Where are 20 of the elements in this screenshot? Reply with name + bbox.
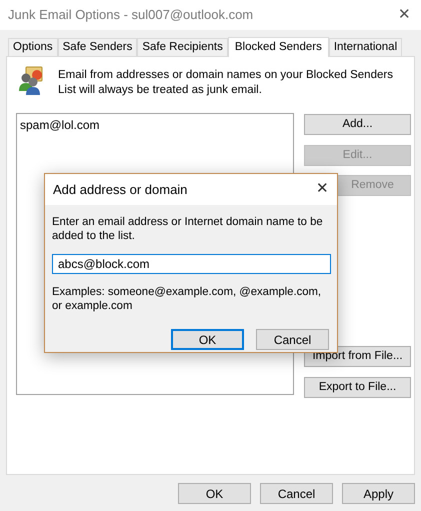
tab[interactable]: International — [328, 38, 402, 56]
dialog-button[interactable]: Cancel — [256, 329, 329, 350]
tab[interactable]: Safe Senders — [58, 38, 138, 56]
close-button[interactable]: ✕ — [398, 4, 411, 26]
dialog-title: Add address or domain — [53, 180, 188, 199]
footer-button[interactable]: OK — [178, 483, 251, 504]
description-text: Email from addresses or domain names on your Blocked Senders List will always be treated as junk email. — [58, 68, 394, 98]
tab[interactable]: Blocked Senders — [228, 37, 329, 57]
prompt-text: Enter an email address or Internet domain name to be added to the list. — [52, 215, 324, 243]
tab[interactable]: Options — [8, 38, 58, 56]
list-item[interactable]: spam@lol.com — [20, 116, 293, 134]
footer-button[interactable]: Apply — [342, 483, 415, 504]
tab[interactable]: Safe Recipients — [137, 38, 228, 56]
side-button[interactable]: Export to File... — [304, 377, 411, 398]
examples-text: Examples: someone@example.com, @example.com, or example.com — [52, 285, 322, 313]
dialog-button[interactable]: OK — [171, 329, 244, 350]
address-input[interactable]: abcs@block.com — [52, 254, 331, 274]
footer-button[interactable]: Cancel — [260, 483, 333, 504]
side-button[interactable]: Add... — [304, 114, 411, 135]
window-title: Junk Email Options - sul007@outlook.com — [8, 6, 254, 24]
